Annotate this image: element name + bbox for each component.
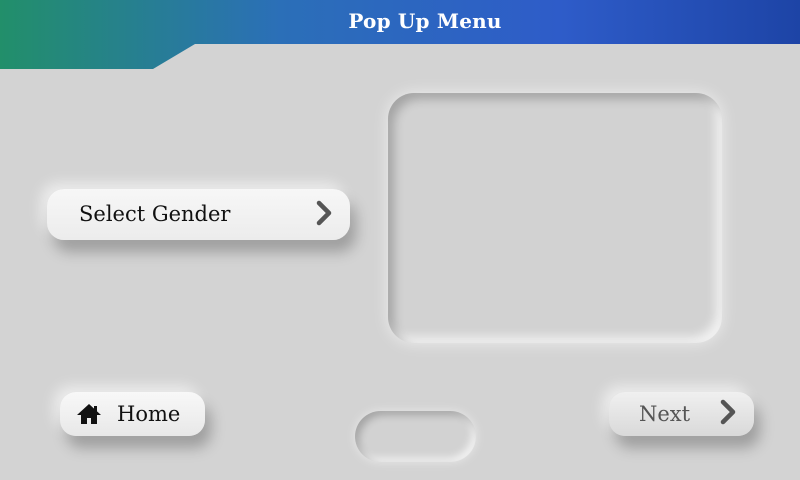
chevron-right-icon	[315, 200, 333, 230]
home-icon	[76, 403, 102, 425]
next-button[interactable]: Next	[609, 392, 754, 436]
preview-panel	[388, 93, 722, 343]
home-button[interactable]: Home	[60, 392, 205, 436]
header-bar: Pop Up Menu	[0, 0, 800, 70]
select-gender-button[interactable]: Select Gender	[47, 189, 350, 240]
next-label: Next	[639, 402, 691, 426]
page-title: Pop Up Menu	[348, 9, 502, 33]
select-gender-label: Select Gender	[79, 202, 231, 226]
home-label: Home	[117, 402, 181, 426]
center-indicator	[355, 411, 476, 462]
chevron-right-icon	[719, 399, 737, 429]
